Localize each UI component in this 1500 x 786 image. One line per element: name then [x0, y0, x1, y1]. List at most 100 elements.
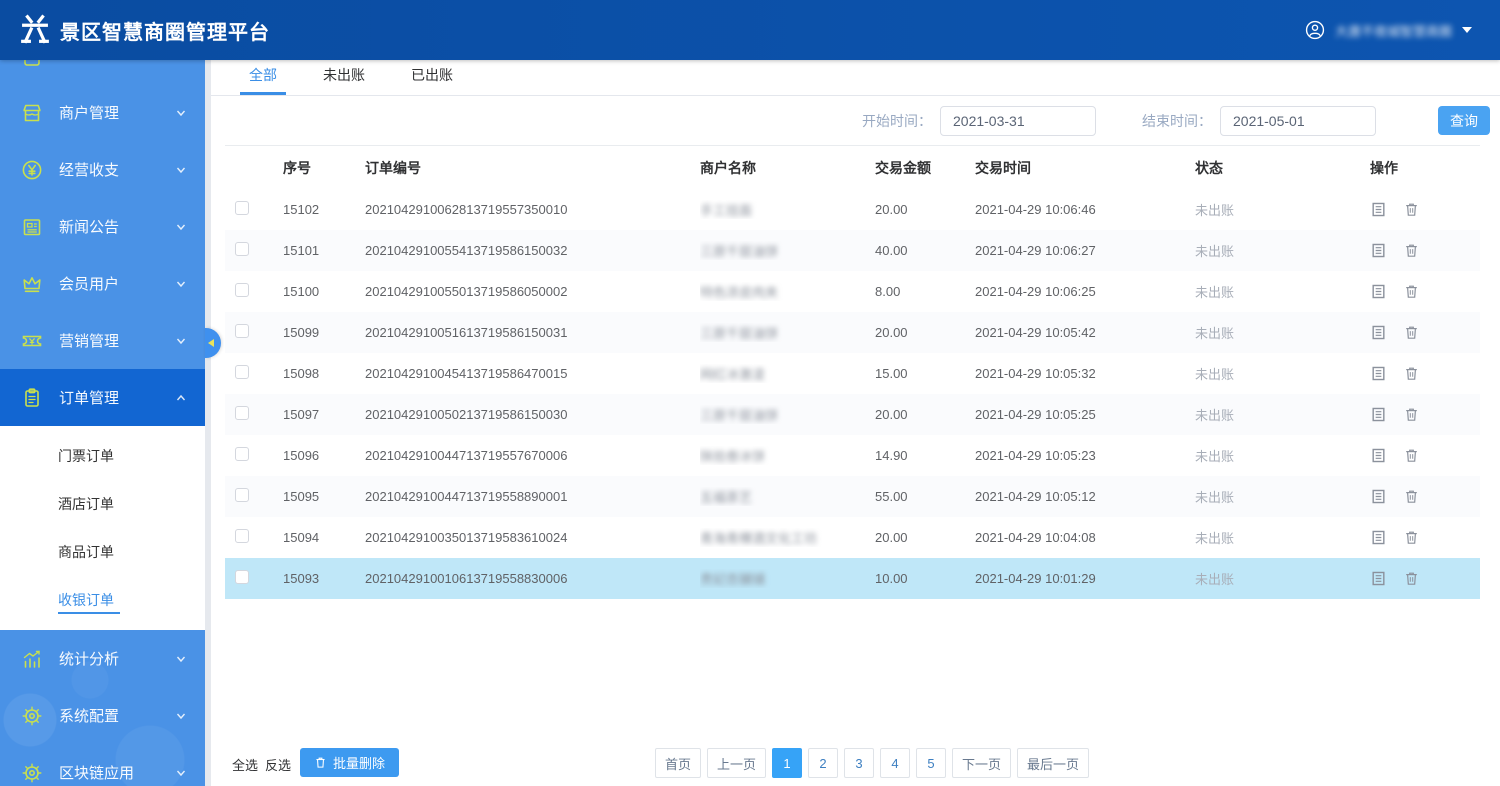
- sidebar-item-revenue[interactable]: 经营收支: [0, 141, 205, 198]
- cell-time: 2021-04-29 10:06:25: [975, 284, 1195, 299]
- sidebar-item-merchant-mgmt[interactable]: 商户管理: [0, 84, 205, 141]
- blockchain-icon: [20, 761, 44, 785]
- col-operations: 操作: [1370, 158, 1480, 178]
- status-badge: 未出账: [1195, 572, 1234, 587]
- user-menu[interactable]: 大唐不夜城智慧商圈: [1304, 0, 1472, 60]
- view-detail-icon[interactable]: [1370, 406, 1387, 423]
- sidebar-item-label: 系统配置: [59, 705, 175, 726]
- cell-amount: 20.00: [875, 202, 975, 217]
- submenu-ticket-orders[interactable]: 门票订单: [0, 432, 205, 480]
- view-detail-icon[interactable]: [1370, 365, 1387, 382]
- sidebar-item-orders[interactable]: 订单管理: [0, 369, 205, 426]
- news-icon: [20, 215, 44, 239]
- cell-merchant-redacted: 贵妃杏脯铺: [700, 572, 765, 587]
- sidebar-item-news[interactable]: 新闻公告: [0, 198, 205, 255]
- user-avatar-icon: [1304, 19, 1326, 41]
- table-row: 15099 2021042910051613719586150031 三原千层油…: [225, 312, 1480, 353]
- pagination-page-2[interactable]: 2: [808, 748, 838, 778]
- cell-merchant-redacted: 三原千层油饼: [700, 244, 778, 259]
- cell-time: 2021-04-29 10:04:08: [975, 530, 1195, 545]
- view-detail-icon[interactable]: [1370, 324, 1387, 341]
- row-checkbox[interactable]: [235, 488, 249, 502]
- delete-icon[interactable]: [1403, 283, 1420, 300]
- row-checkbox[interactable]: [235, 365, 249, 379]
- sidebar-item-system-config[interactable]: 系统配置: [0, 687, 205, 744]
- row-checkbox[interactable]: [235, 324, 249, 338]
- invert-select-link[interactable]: 反选: [265, 758, 291, 773]
- selection-links: 全选反选: [232, 755, 298, 774]
- end-date-input[interactable]: [1220, 106, 1376, 136]
- pagination-page-5[interactable]: 5: [916, 748, 946, 778]
- cell-order-no: 2021042910050213719586150030: [365, 407, 700, 422]
- status-badge: 未出账: [1195, 326, 1234, 341]
- pagination-prev[interactable]: 上一页: [707, 748, 766, 778]
- cell-amount: 14.90: [875, 448, 975, 463]
- view-detail-icon[interactable]: [1370, 242, 1387, 259]
- row-checkbox[interactable]: [235, 201, 249, 215]
- row-checkbox[interactable]: [235, 283, 249, 297]
- pagination-last[interactable]: 最后一页: [1017, 748, 1089, 778]
- cell-merchant-redacted: 五福茶艺: [700, 490, 752, 505]
- row-checkbox[interactable]: [235, 406, 249, 420]
- sidebar-item-label: 会员用户: [59, 273, 175, 294]
- view-detail-icon[interactable]: [1370, 529, 1387, 546]
- pagination-first[interactable]: 首页: [655, 748, 701, 778]
- delete-icon[interactable]: [1403, 242, 1420, 259]
- row-checkbox[interactable]: [235, 570, 249, 584]
- cell-seq: 15098: [283, 366, 365, 381]
- query-button[interactable]: 查询: [1438, 106, 1490, 135]
- chevron-up-icon: [175, 392, 187, 404]
- row-checkbox[interactable]: [235, 529, 249, 543]
- select-all-link[interactable]: 全选: [232, 758, 258, 773]
- sidebar-item-clipped[interactable]: [0, 60, 205, 84]
- delete-icon[interactable]: [1403, 529, 1420, 546]
- batch-delete-button[interactable]: 批量删除: [300, 748, 399, 777]
- delete-icon[interactable]: [1403, 201, 1420, 218]
- table-row: 15097 2021042910050213719586150030 三原千层油…: [225, 394, 1480, 435]
- sidebar-item-statistics[interactable]: 统计分析: [0, 630, 205, 687]
- tab-unbilled[interactable]: 未出账: [314, 60, 374, 95]
- row-checkbox[interactable]: [235, 242, 249, 256]
- delete-icon[interactable]: [1403, 365, 1420, 382]
- cell-time: 2021-04-29 10:01:29: [975, 571, 1195, 586]
- batch-delete-label: 批量删除: [333, 753, 385, 772]
- view-detail-icon[interactable]: [1370, 488, 1387, 505]
- row-checkbox[interactable]: [235, 447, 249, 461]
- cell-seq: 15101: [283, 243, 365, 258]
- sidebar-item-blockchain[interactable]: 区块链应用: [0, 744, 205, 786]
- active-underline: [58, 612, 120, 614]
- page-title: 景区智慧商圈管理平台: [60, 16, 270, 45]
- submenu-cashier-orders[interactable]: 收银订单: [0, 576, 205, 624]
- pagination-page-1[interactable]: 1: [772, 748, 802, 778]
- cell-seq: 15099: [283, 325, 365, 340]
- delete-icon[interactable]: [1403, 447, 1420, 464]
- brand: 景区智慧商圈管理平台: [0, 13, 270, 47]
- view-detail-icon[interactable]: [1370, 570, 1387, 587]
- ticket-icon: [20, 329, 44, 353]
- cell-order-no: 2021042910055013719586050002: [365, 284, 700, 299]
- cell-time: 2021-04-29 10:05:42: [975, 325, 1195, 340]
- sidebar-item-members[interactable]: 会员用户: [0, 255, 205, 312]
- chevron-down-icon: [175, 653, 187, 665]
- crown-icon: [20, 272, 44, 296]
- tab-all[interactable]: 全部: [240, 60, 286, 95]
- submenu-goods-orders[interactable]: 商品订单: [0, 528, 205, 576]
- view-detail-icon[interactable]: [1370, 201, 1387, 218]
- delete-icon[interactable]: [1403, 570, 1420, 587]
- delete-icon[interactable]: [1403, 324, 1420, 341]
- sidebar-item-marketing[interactable]: 营销管理: [0, 312, 205, 369]
- view-detail-icon[interactable]: [1370, 447, 1387, 464]
- delete-icon[interactable]: [1403, 406, 1420, 423]
- pagination-page-4[interactable]: 4: [880, 748, 910, 778]
- view-detail-icon[interactable]: [1370, 283, 1387, 300]
- pagination-page-3[interactable]: 3: [844, 748, 874, 778]
- tab-billed[interactable]: 已出账: [402, 60, 462, 95]
- status-tabs: 全部 未出账 已出账: [211, 60, 1500, 96]
- cell-amount: 20.00: [875, 530, 975, 545]
- sidebar-item-label: 区块链应用: [59, 762, 175, 783]
- pagination-next[interactable]: 下一页: [952, 748, 1011, 778]
- start-date-input[interactable]: [940, 106, 1096, 136]
- delete-icon[interactable]: [1403, 488, 1420, 505]
- submenu-hotel-orders[interactable]: 酒店订单: [0, 480, 205, 528]
- sidebar-item-label: 营销管理: [59, 330, 175, 351]
